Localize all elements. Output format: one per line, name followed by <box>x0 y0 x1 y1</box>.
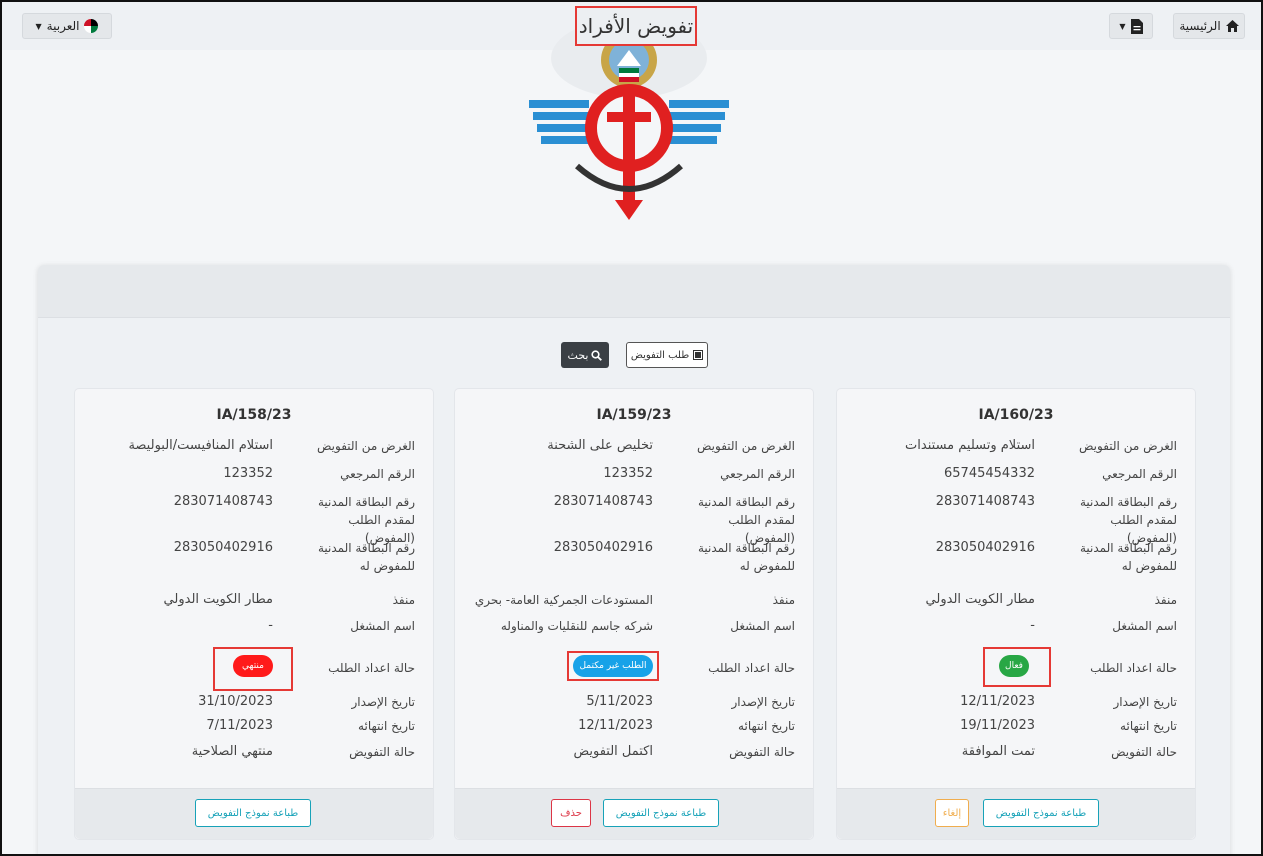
label-prep-status: حالة اعداد الطلب <box>1090 661 1177 675</box>
value-port: المستودعات الجمركية العامة- بحري <box>474 593 653 607</box>
app-frame: الرئيسية ▼ ▼ العربية تفويض الأفراد بحث ط… <box>0 0 1263 856</box>
card-id: IA/159/23 <box>596 407 672 423</box>
label-civil-delegate: رقم البطاقة المدنية للمفوض له <box>697 541 795 573</box>
value-purpose: استلام وتسليم مستندات <box>905 438 1035 453</box>
delegation-card: IA/160/23 الغرض من التفويض استلام وتسليم… <box>836 388 1196 840</box>
card-footer: طباعة نموذج التفويض إلغاء <box>837 788 1195 839</box>
label-port: منفذ <box>1154 593 1177 607</box>
label-expiry-date: تاريخ انتهائه <box>358 719 415 733</box>
value-civil-delegate: 283050402916 <box>173 540 273 555</box>
value-issue-date: 31/10/2023 <box>198 694 273 709</box>
highlight-box <box>983 647 1051 687</box>
search-icon <box>591 349 603 361</box>
label-purpose: الغرض من التفويض <box>1078 439 1177 453</box>
panel-header <box>38 265 1230 318</box>
kuwait-flag-icon <box>84 19 99 33</box>
label-civil-delegate: رقم البطاقة المدنية للمفوض له <box>317 541 415 573</box>
label-delegation-status: حالة التفويض <box>1111 745 1177 759</box>
file-icon <box>1130 18 1143 34</box>
print-form-button[interactable]: طباعة نموذج التفويض <box>983 799 1099 827</box>
value-issue-date: 12/11/2023 <box>960 694 1035 709</box>
label-prep-status: حالة اعداد الطلب <box>328 661 415 675</box>
label-purpose: الغرض من التفويض <box>316 439 415 453</box>
label-delegation-status: حالة التفويض <box>349 745 415 759</box>
value-purpose: تخليص على الشحنة <box>547 438 653 453</box>
label-civil-delegate: رقم البطاقة المدنية للمفوض له <box>1079 541 1177 573</box>
label-operator: اسم المشغل <box>350 619 415 633</box>
search-label: بحث <box>567 348 589 362</box>
label-prep-status: حالة اعداد الطلب <box>708 661 795 675</box>
label-ref: الرقم المرجعي <box>1102 467 1177 481</box>
print-form-button[interactable]: طباعة نموذج التفويض <box>603 799 719 827</box>
delete-button[interactable]: حذف <box>551 799 591 827</box>
highlight-box <box>567 651 659 681</box>
value-ref: 123352 <box>603 466 653 481</box>
value-delegation-status: اكتمل التفويض <box>573 744 653 759</box>
label-ref: الرقم المرجعي <box>340 467 415 481</box>
value-civil-delegate: 283050402916 <box>935 540 1035 555</box>
value-port: مطار الكويت الدولي <box>163 592 273 607</box>
home-button[interactable]: الرئيسية <box>1173 13 1245 39</box>
customs-logo <box>529 18 729 220</box>
card-id: IA/158/23 <box>216 407 292 423</box>
value-port: مطار الكويت الدولي <box>925 592 1035 607</box>
value-civil-requester: 283071408743 <box>935 494 1035 509</box>
value-expiry-date: 12/11/2023 <box>578 718 653 733</box>
cancel-button[interactable]: إلغاء <box>935 799 969 827</box>
print-form-button[interactable]: طباعة نموذج التفويض <box>195 799 311 827</box>
document-dropdown-button[interactable]: ▼ <box>1109 13 1153 39</box>
request-delegation-button[interactable]: طلب التفويض <box>626 342 708 368</box>
value-operator: شركه جاسم للنقليات والمناوله <box>500 619 653 633</box>
value-ref: 123352 <box>223 466 273 481</box>
label-purpose: الغرض من التفويض <box>696 439 795 453</box>
label-delegation-status: حالة التفويض <box>729 745 795 759</box>
label-issue-date: تاريخ الإصدار <box>1113 695 1178 709</box>
delegation-card: IA/158/23 الغرض من التفويض استلام المناف… <box>74 388 434 840</box>
label-issue-date: تاريخ الإصدار <box>351 695 416 709</box>
form-icon <box>693 350 704 360</box>
label-operator: اسم المشغل <box>730 619 795 633</box>
label-issue-date: تاريخ الإصدار <box>731 695 796 709</box>
home-icon <box>1225 20 1239 32</box>
label-expiry-date: تاريخ انتهائه <box>738 719 795 733</box>
value-purpose: استلام المنافيست/البوليصة <box>128 438 273 453</box>
value-civil-delegate: 283050402916 <box>553 540 653 555</box>
language-label: العربية <box>46 19 80 33</box>
value-delegation-status: تمت الموافقة <box>961 744 1035 759</box>
value-operator: - <box>1030 618 1035 633</box>
value-civil-requester: 283071408743 <box>553 494 653 509</box>
request-label: طلب التفويض <box>630 349 690 361</box>
label-operator: اسم المشغل <box>1112 619 1177 633</box>
search-button[interactable]: بحث <box>561 342 609 368</box>
value-delegation-status: منتهي الصلاحية <box>191 744 273 759</box>
value-operator: - <box>268 618 273 633</box>
home-label: الرئيسية <box>1179 19 1221 33</box>
value-expiry-date: 19/11/2023 <box>960 718 1035 733</box>
value-ref: 65745454332 <box>944 466 1035 481</box>
value-issue-date: 5/11/2023 <box>586 694 653 709</box>
language-dropdown-button[interactable]: ▼ العربية <box>22 13 112 39</box>
highlight-box <box>213 647 293 691</box>
value-civil-requester: 283071408743 <box>173 494 273 509</box>
value-expiry-date: 7/11/2023 <box>206 718 273 733</box>
card-footer: طباعة نموذج التفويض حذف <box>455 788 813 839</box>
page-title: تفويض الأفراد <box>575 6 697 46</box>
chevron-down-icon: ▼ <box>1119 21 1126 31</box>
chevron-down-icon: ▼ <box>35 21 42 31</box>
label-expiry-date: تاريخ انتهائه <box>1120 719 1177 733</box>
label-ref: الرقم المرجعي <box>720 467 795 481</box>
card-footer: طباعة نموذج التفويض <box>75 788 433 839</box>
delegation-card: IA/159/23 الغرض من التفويض تخليص على الش… <box>454 388 814 840</box>
label-port: منفذ <box>772 593 795 607</box>
card-id: IA/160/23 <box>978 407 1054 423</box>
label-port: منفذ <box>392 593 415 607</box>
